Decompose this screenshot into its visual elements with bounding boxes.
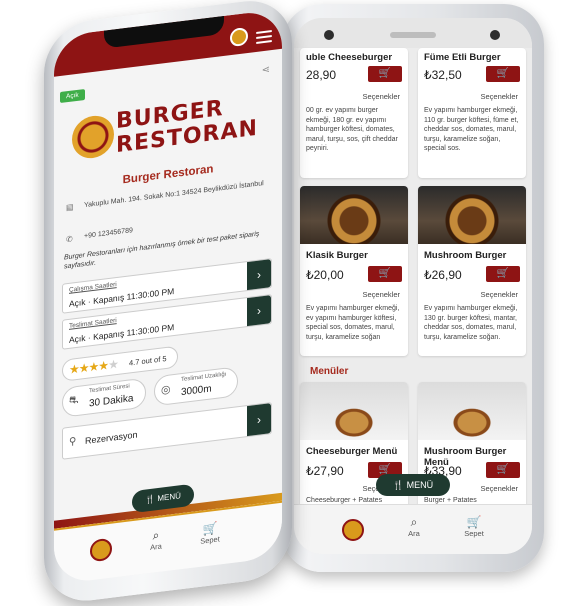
sensor-icon [490,30,500,40]
product-price: ₺20,00 [306,268,344,282]
delivery-time-pill: ⛐ Teslimat Süresi 30 Dakika [62,377,146,418]
speaker-grill [390,32,436,38]
delivery-distance-value: 3000m [181,383,212,399]
star-rating: ★★★★★ [69,357,118,377]
delivery-time-label: Teslimat Süresi [89,383,130,395]
star-empty-icon: ★ [108,356,118,373]
options-link[interactable]: Seçenekler [480,484,518,493]
add-to-cart-button[interactable]: 🛒 [486,66,520,82]
product-description: 00 gr. ev yapımı burger ekmeği, 180 gr. … [306,107,398,153]
search-icon: ⌕ [410,515,418,529]
chevron-right-icon[interactable]: › [247,403,271,437]
cart-icon: 🛒 [496,268,510,279]
motorbike-icon: ⛐ [69,393,79,407]
section-title: Menüler [310,366,349,377]
phone-notch [104,15,224,49]
burger-emblem-icon [72,113,114,161]
cutlery-icon: 🍴 [392,480,407,490]
options-link[interactable]: Seçenekler [362,92,400,101]
star-filled-icon: ★ [98,358,109,374]
working-hours-label: Çalışma Saatleri [69,281,117,294]
product-description: Ev yapımı hamburger ekmeği, ev yapımı ha… [306,305,400,341]
menu-title: Cheeseburger Menü [306,446,398,457]
delivery-time-value: 30 Dakika [89,393,134,410]
add-to-cart-button[interactable]: 🛒 [368,66,402,82]
cart-icon: 🛒 [496,68,510,79]
back-phone-screen: uble Cheeseburger 28,90 🛒 Seçenekler 00 … [294,18,532,554]
delivery-hours-label: Teslimat Saatleri [69,317,117,330]
reservation-label: Rezervasyon [85,429,138,446]
back-phone: uble Cheeseburger 28,90 🛒 Seçenekler 00 … [282,4,544,572]
menu-price: ₺27,90 [306,464,344,478]
nav-cart[interactable]: 🛒 Sepet [190,519,230,547]
cart-icon: 🛒 [378,268,392,279]
cart-icon: 🛒 [466,515,482,529]
product-description: Ev yapımı hamburger ekmeği, 130 gr. burg… [424,305,518,341]
star-filled-icon: ★ [88,359,99,375]
nav-search[interactable]: ⌕ Ara [136,526,176,554]
nav-search-label: Ara [150,541,162,552]
add-to-cart-button[interactable]: 🛒 [368,266,402,282]
nav-cart[interactable]: 🛒 Sepet [454,515,494,538]
cart-icon: 🛒 [378,68,392,79]
options-link[interactable]: Seçenekler [480,92,518,101]
restaurant-phone[interactable]: +90 123456789 [84,227,133,240]
share-icon[interactable]: ⋖ [262,64,270,76]
options-link[interactable]: Seçenekler [480,290,518,299]
product-title: Mushroom Burger [424,250,507,261]
header-logo-icon[interactable] [230,26,248,48]
menu-button[interactable]: 🍴 MENÜ [376,474,450,496]
cart-icon: 🛒 [496,464,510,475]
product-price: ₺32,50 [424,68,462,82]
camera-icon [324,30,334,40]
delivery-distance-label: Teslimat Uzaklığı [181,371,227,384]
product-price: 28,90 [306,68,337,82]
product-image [418,186,526,244]
bottom-nav: ⌕ Ara 🛒 Sepet [294,504,532,554]
product-title: Füme Etli Burger [424,52,501,63]
cutlery-icon: 🍴 [145,494,158,505]
nav-search-label: Ara [408,529,420,538]
product-price: ₺26,90 [424,268,462,282]
add-to-cart-button[interactable]: 🛒 [486,266,520,282]
add-to-cart-button[interactable]: 🛒 [486,462,520,478]
product-card[interactable]: Mushroom Burger ₺26,90 🛒 Seçenekler Ev y… [418,186,526,356]
product-card[interactable]: Klasik Burger ₺20,00 🛒 Seçenekler Ev yap… [300,186,408,356]
status-area [294,18,532,48]
reservation-icon: ⚲ [69,436,77,448]
star-filled-icon: ★ [78,360,89,376]
menu-image [300,382,408,440]
app-header [54,8,282,77]
product-description: Ev yapımı hamburger ekmeği, 110 gr. burg… [424,107,519,153]
product-image [300,186,408,244]
nav-cart-label: Sepet [464,529,484,538]
menu-button-label: MENÜ [406,480,434,490]
chevron-right-icon[interactable]: › [247,295,271,327]
front-phone-screen: Açık ⋖ BURGER RESTORAN Burger Restoran ▤… [54,8,282,585]
product-card[interactable]: uble Cheeseburger 28,90 🛒 Seçenekler 00 … [300,48,408,178]
product-card[interactable]: Füme Etli Burger ₺32,50 🛒 Seçenekler Ev … [418,48,526,178]
nav-search[interactable]: ⌕ Ara [394,515,434,538]
distance-icon: ◎ [161,383,171,397]
product-title: Klasik Burger [306,250,368,261]
star-filled-icon: ★ [69,361,79,377]
product-title: uble Cheeseburger [306,52,393,63]
home-logo-icon[interactable] [90,537,112,563]
nav-cart-label: Sepet [200,534,220,546]
delivery-distance-pill: ◎ Teslimat Uzaklığı 3000m [154,366,238,407]
address-icon: ▤ [66,202,74,213]
front-phone: Açık ⋖ BURGER RESTORAN Burger Restoran ▤… [44,0,292,606]
menu-image [418,382,526,440]
rating-text: 4.7 out of 5 [129,353,167,368]
open-status-badge: Açık [60,89,85,104]
options-link[interactable]: Seçenekler [362,290,400,299]
chevron-right-icon[interactable]: › [247,259,271,291]
home-logo-icon[interactable] [342,519,364,541]
menu-button-label: MENÜ [157,491,181,504]
rating-pill: ★★★★★ 4.7 out of 5 [62,345,178,382]
phone-icon: ✆ [66,234,73,245]
hamburger-menu-icon[interactable] [256,27,272,47]
